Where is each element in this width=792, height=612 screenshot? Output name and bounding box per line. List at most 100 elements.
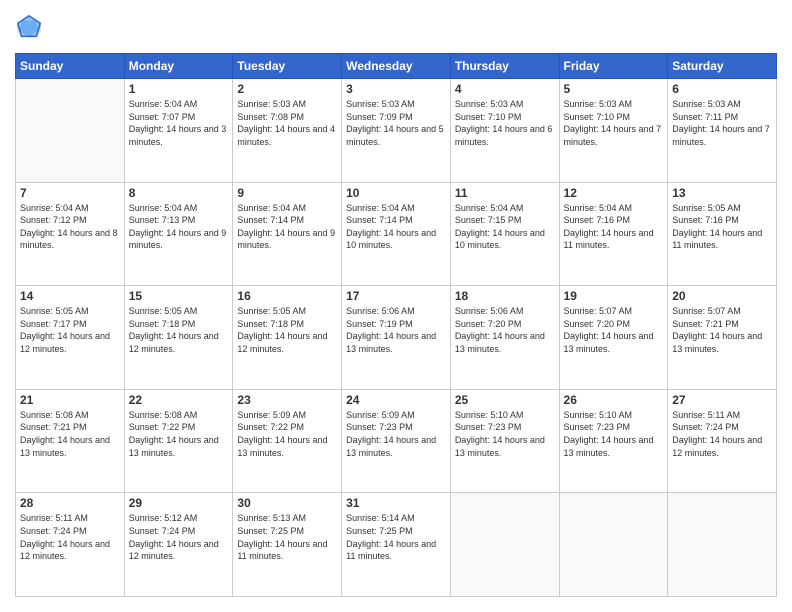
page: SundayMondayTuesdayWednesdayThursdayFrid… — [0, 0, 792, 612]
calendar-cell: 12 Sunrise: 5:04 AM Sunset: 7:16 PM Dayl… — [559, 182, 668, 286]
calendar-cell: 25 Sunrise: 5:10 AM Sunset: 7:23 PM Dayl… — [450, 389, 559, 493]
day-number: 27 — [672, 393, 772, 407]
calendar-cell: 30 Sunrise: 5:13 AM Sunset: 7:25 PM Dayl… — [233, 493, 342, 597]
day-info: Sunrise: 5:03 AM Sunset: 7:10 PM Dayligh… — [564, 98, 664, 148]
calendar-week-2: 7 Sunrise: 5:04 AM Sunset: 7:12 PM Dayli… — [16, 182, 777, 286]
calendar-week-5: 28 Sunrise: 5:11 AM Sunset: 7:24 PM Dayl… — [16, 493, 777, 597]
day-number: 1 — [129, 82, 229, 96]
logo — [15, 15, 47, 43]
calendar-cell: 7 Sunrise: 5:04 AM Sunset: 7:12 PM Dayli… — [16, 182, 125, 286]
day-info: Sunrise: 5:04 AM Sunset: 7:12 PM Dayligh… — [20, 202, 120, 252]
day-header-monday: Monday — [124, 54, 233, 79]
day-number: 15 — [129, 289, 229, 303]
day-number: 23 — [237, 393, 337, 407]
day-info: Sunrise: 5:04 AM Sunset: 7:13 PM Dayligh… — [129, 202, 229, 252]
day-number: 18 — [455, 289, 555, 303]
day-number: 8 — [129, 186, 229, 200]
calendar-cell: 26 Sunrise: 5:10 AM Sunset: 7:23 PM Dayl… — [559, 389, 668, 493]
day-info: Sunrise: 5:03 AM Sunset: 7:09 PM Dayligh… — [346, 98, 446, 148]
calendar-cell: 31 Sunrise: 5:14 AM Sunset: 7:25 PM Dayl… — [342, 493, 451, 597]
calendar-cell: 17 Sunrise: 5:06 AM Sunset: 7:19 PM Dayl… — [342, 286, 451, 390]
calendar-cell: 19 Sunrise: 5:07 AM Sunset: 7:20 PM Dayl… — [559, 286, 668, 390]
calendar-week-3: 14 Sunrise: 5:05 AM Sunset: 7:17 PM Dayl… — [16, 286, 777, 390]
day-info: Sunrise: 5:11 AM Sunset: 7:24 PM Dayligh… — [20, 512, 120, 562]
day-number: 6 — [672, 82, 772, 96]
calendar-cell — [668, 493, 777, 597]
day-info: Sunrise: 5:09 AM Sunset: 7:23 PM Dayligh… — [346, 409, 446, 459]
day-info: Sunrise: 5:03 AM Sunset: 7:10 PM Dayligh… — [455, 98, 555, 148]
calendar-body: 1 Sunrise: 5:04 AM Sunset: 7:07 PM Dayli… — [16, 79, 777, 597]
day-info: Sunrise: 5:04 AM Sunset: 7:16 PM Dayligh… — [564, 202, 664, 252]
calendar-cell: 1 Sunrise: 5:04 AM Sunset: 7:07 PM Dayli… — [124, 79, 233, 183]
calendar-week-4: 21 Sunrise: 5:08 AM Sunset: 7:21 PM Dayl… — [16, 389, 777, 493]
day-info: Sunrise: 5:13 AM Sunset: 7:25 PM Dayligh… — [237, 512, 337, 562]
calendar-cell — [559, 493, 668, 597]
day-number: 11 — [455, 186, 555, 200]
day-info: Sunrise: 5:07 AM Sunset: 7:20 PM Dayligh… — [564, 305, 664, 355]
day-number: 16 — [237, 289, 337, 303]
day-info: Sunrise: 5:05 AM Sunset: 7:18 PM Dayligh… — [237, 305, 337, 355]
calendar-cell: 5 Sunrise: 5:03 AM Sunset: 7:10 PM Dayli… — [559, 79, 668, 183]
day-info: Sunrise: 5:06 AM Sunset: 7:19 PM Dayligh… — [346, 305, 446, 355]
calendar-cell: 8 Sunrise: 5:04 AM Sunset: 7:13 PM Dayli… — [124, 182, 233, 286]
day-number: 5 — [564, 82, 664, 96]
day-number: 17 — [346, 289, 446, 303]
day-number: 30 — [237, 496, 337, 510]
day-number: 19 — [564, 289, 664, 303]
day-number: 28 — [20, 496, 120, 510]
logo-icon — [15, 13, 43, 41]
day-header-thursday: Thursday — [450, 54, 559, 79]
day-info: Sunrise: 5:05 AM Sunset: 7:17 PM Dayligh… — [20, 305, 120, 355]
day-info: Sunrise: 5:08 AM Sunset: 7:21 PM Dayligh… — [20, 409, 120, 459]
day-header-sunday: Sunday — [16, 54, 125, 79]
day-info: Sunrise: 5:12 AM Sunset: 7:24 PM Dayligh… — [129, 512, 229, 562]
calendar-cell — [16, 79, 125, 183]
day-number: 10 — [346, 186, 446, 200]
calendar-week-1: 1 Sunrise: 5:04 AM Sunset: 7:07 PM Dayli… — [16, 79, 777, 183]
day-info: Sunrise: 5:10 AM Sunset: 7:23 PM Dayligh… — [564, 409, 664, 459]
calendar-cell: 29 Sunrise: 5:12 AM Sunset: 7:24 PM Dayl… — [124, 493, 233, 597]
day-info: Sunrise: 5:05 AM Sunset: 7:16 PM Dayligh… — [672, 202, 772, 252]
day-info: Sunrise: 5:08 AM Sunset: 7:22 PM Dayligh… — [129, 409, 229, 459]
calendar-cell: 2 Sunrise: 5:03 AM Sunset: 7:08 PM Dayli… — [233, 79, 342, 183]
calendar-cell: 11 Sunrise: 5:04 AM Sunset: 7:15 PM Dayl… — [450, 182, 559, 286]
day-info: Sunrise: 5:03 AM Sunset: 7:08 PM Dayligh… — [237, 98, 337, 148]
day-number: 13 — [672, 186, 772, 200]
calendar-cell: 21 Sunrise: 5:08 AM Sunset: 7:21 PM Dayl… — [16, 389, 125, 493]
day-number: 31 — [346, 496, 446, 510]
calendar-header-row: SundayMondayTuesdayWednesdayThursdayFrid… — [16, 54, 777, 79]
calendar-table: SundayMondayTuesdayWednesdayThursdayFrid… — [15, 53, 777, 597]
calendar-cell: 4 Sunrise: 5:03 AM Sunset: 7:10 PM Dayli… — [450, 79, 559, 183]
day-number: 25 — [455, 393, 555, 407]
calendar-cell: 22 Sunrise: 5:08 AM Sunset: 7:22 PM Dayl… — [124, 389, 233, 493]
day-info: Sunrise: 5:03 AM Sunset: 7:11 PM Dayligh… — [672, 98, 772, 148]
day-number: 14 — [20, 289, 120, 303]
day-info: Sunrise: 5:04 AM Sunset: 7:14 PM Dayligh… — [237, 202, 337, 252]
day-info: Sunrise: 5:10 AM Sunset: 7:23 PM Dayligh… — [455, 409, 555, 459]
calendar-cell: 24 Sunrise: 5:09 AM Sunset: 7:23 PM Dayl… — [342, 389, 451, 493]
day-info: Sunrise: 5:09 AM Sunset: 7:22 PM Dayligh… — [237, 409, 337, 459]
calendar-cell: 9 Sunrise: 5:04 AM Sunset: 7:14 PM Dayli… — [233, 182, 342, 286]
day-number: 3 — [346, 82, 446, 96]
day-header-tuesday: Tuesday — [233, 54, 342, 79]
calendar-cell: 23 Sunrise: 5:09 AM Sunset: 7:22 PM Dayl… — [233, 389, 342, 493]
day-info: Sunrise: 5:11 AM Sunset: 7:24 PM Dayligh… — [672, 409, 772, 459]
day-info: Sunrise: 5:14 AM Sunset: 7:25 PM Dayligh… — [346, 512, 446, 562]
calendar-cell: 13 Sunrise: 5:05 AM Sunset: 7:16 PM Dayl… — [668, 182, 777, 286]
day-info: Sunrise: 5:04 AM Sunset: 7:15 PM Dayligh… — [455, 202, 555, 252]
day-number: 7 — [20, 186, 120, 200]
day-number: 9 — [237, 186, 337, 200]
day-number: 21 — [20, 393, 120, 407]
day-info: Sunrise: 5:06 AM Sunset: 7:20 PM Dayligh… — [455, 305, 555, 355]
header — [15, 15, 777, 43]
day-number: 4 — [455, 82, 555, 96]
day-number: 2 — [237, 82, 337, 96]
calendar-cell: 15 Sunrise: 5:05 AM Sunset: 7:18 PM Dayl… — [124, 286, 233, 390]
day-number: 12 — [564, 186, 664, 200]
calendar-cell: 27 Sunrise: 5:11 AM Sunset: 7:24 PM Dayl… — [668, 389, 777, 493]
calendar-cell: 18 Sunrise: 5:06 AM Sunset: 7:20 PM Dayl… — [450, 286, 559, 390]
calendar-cell: 16 Sunrise: 5:05 AM Sunset: 7:18 PM Dayl… — [233, 286, 342, 390]
day-header-saturday: Saturday — [668, 54, 777, 79]
day-info: Sunrise: 5:04 AM Sunset: 7:07 PM Dayligh… — [129, 98, 229, 148]
day-number: 26 — [564, 393, 664, 407]
